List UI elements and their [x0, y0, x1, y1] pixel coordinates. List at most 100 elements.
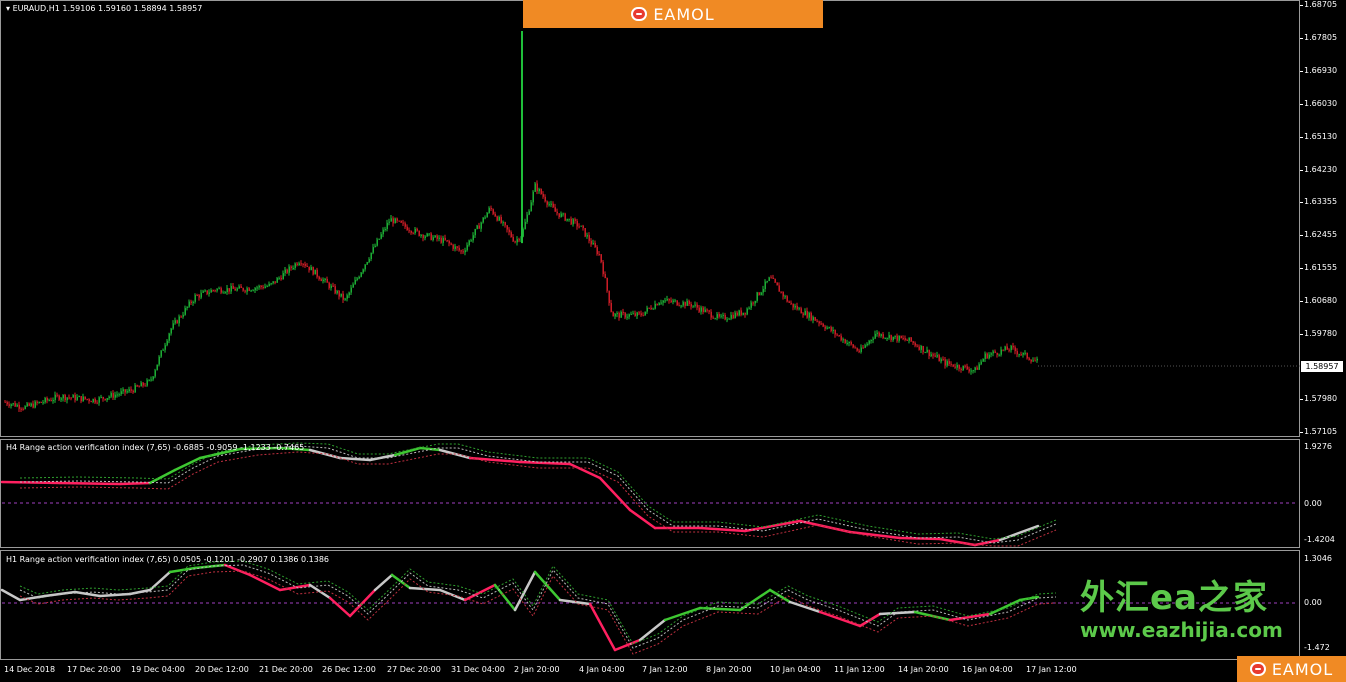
candle-body — [322, 279, 324, 282]
candle-body — [328, 282, 330, 289]
candle-body — [1004, 346, 1006, 350]
candle-body — [508, 229, 510, 233]
candle-body — [214, 290, 216, 292]
candle-body — [366, 262, 368, 265]
candle-body — [594, 242, 596, 248]
h4-oscillator-band-line — [19, 445, 1057, 544]
candle-body — [48, 400, 50, 402]
candle-body — [184, 308, 186, 315]
candle-body — [830, 327, 832, 332]
candle-body — [316, 269, 318, 277]
candle-body — [984, 353, 986, 359]
candle-body — [1022, 352, 1024, 355]
candle-body — [450, 243, 452, 245]
candle-body — [610, 302, 612, 312]
price-tickmark — [1300, 5, 1303, 6]
candle-body — [16, 404, 18, 407]
candle-body — [132, 390, 134, 393]
candle-body — [806, 310, 808, 318]
h1-oscillator-main-line — [638, 618, 667, 642]
candle-body — [988, 354, 990, 359]
candle-body — [702, 307, 704, 313]
time-tick: 17 Dec 20:00 — [67, 665, 121, 674]
candle-body — [480, 222, 482, 229]
candle-body — [124, 389, 126, 393]
candle-body — [236, 288, 238, 291]
candle-body — [1036, 358, 1038, 361]
candle-body — [306, 265, 308, 267]
candle-body — [430, 233, 432, 241]
candle-body — [1024, 352, 1026, 354]
candle-body — [890, 335, 892, 341]
candle-body — [114, 394, 116, 398]
candle-body — [556, 211, 558, 214]
candle-body — [262, 286, 264, 289]
candle-body — [110, 393, 112, 397]
candle-body — [580, 225, 582, 227]
h1-scale-zero: 0.00 — [1304, 598, 1322, 607]
candle-body — [824, 326, 826, 329]
candle-body — [870, 339, 872, 341]
candle-body — [138, 386, 140, 388]
candle-body — [1032, 360, 1034, 362]
candle-body — [72, 395, 74, 398]
candle-body — [676, 300, 678, 306]
h4-oscillator-main-line — [628, 508, 657, 530]
candle-body — [902, 338, 904, 340]
candle-body — [932, 354, 934, 356]
candle-body — [712, 317, 714, 319]
candle-body — [1002, 349, 1004, 351]
candle-body — [980, 361, 982, 365]
candle-body — [748, 307, 750, 309]
candle-body — [684, 302, 686, 306]
candle-body — [76, 397, 78, 401]
candle-body — [622, 311, 624, 313]
candle-body — [618, 313, 620, 318]
candle-body — [614, 313, 616, 317]
h1-oscillator-main-line — [373, 573, 394, 592]
candle-body — [486, 212, 488, 218]
candle-body — [154, 370, 156, 377]
candle-body — [742, 312, 744, 315]
candle-body — [338, 291, 340, 297]
candle-body — [80, 396, 82, 402]
candle-body — [166, 340, 168, 346]
candle-body — [286, 269, 288, 273]
price-tickmark — [1300, 104, 1303, 105]
candle-body — [678, 305, 680, 307]
candle-body — [810, 312, 812, 321]
candle-body — [272, 281, 274, 284]
candle-body — [578, 226, 580, 228]
candle-body — [994, 351, 996, 353]
candle-body — [666, 299, 668, 301]
candle-body — [574, 219, 576, 221]
candle-body — [512, 237, 514, 242]
symbol-quote-text: EURAUD,H1 1.59106 1.59160 1.58894 1.5895… — [12, 4, 203, 13]
h1-oscillator-main-line — [328, 596, 352, 618]
candle-body — [982, 358, 984, 362]
candle-body — [598, 253, 600, 255]
candle-body — [312, 267, 314, 275]
candle-body — [876, 332, 878, 334]
dropdown-triangle-icon[interactable]: ▾ — [6, 4, 10, 13]
h4-oscillator-main-line — [598, 476, 632, 512]
candle-body — [860, 347, 862, 352]
candle-body — [492, 209, 494, 214]
candle-body — [700, 307, 702, 312]
candle-body — [120, 391, 122, 395]
candle-body — [204, 290, 206, 292]
candle-body — [190, 301, 192, 304]
candle-body — [456, 246, 458, 248]
candle-body — [136, 385, 138, 387]
candle-body — [232, 286, 234, 289]
candle-body — [802, 313, 804, 316]
watermark-url-text: www.eazhijia.com — [1080, 618, 1283, 642]
candle-body — [86, 398, 88, 400]
candle-body — [606, 277, 608, 291]
candle-body — [734, 312, 736, 319]
candle-body — [766, 280, 768, 282]
h1-oscillator-main-line — [588, 602, 617, 652]
candle-body — [948, 361, 950, 364]
candle-body — [892, 336, 894, 341]
candle-body — [466, 245, 468, 251]
